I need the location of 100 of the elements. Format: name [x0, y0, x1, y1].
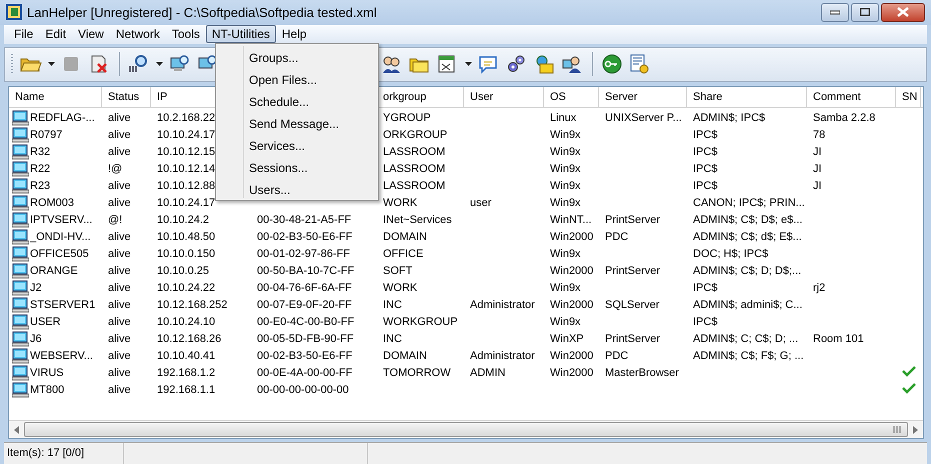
- table-cell: @!: [108, 214, 122, 226]
- table-cell: Win9x: [550, 163, 581, 176]
- table-cell: 10.12.168.252: [157, 299, 228, 312]
- table-cell: R0797: [30, 129, 62, 142]
- minimize-button[interactable]: [821, 2, 849, 22]
- menu-item[interactable]: Network: [110, 25, 166, 44]
- table-cell: IPC$: [693, 180, 718, 192]
- table-cell: alive: [108, 384, 131, 396]
- table-cell: WORK: [383, 197, 418, 210]
- menu-item[interactable]: Help: [276, 25, 313, 44]
- dropdown-arrow-icon[interactable]: [156, 62, 163, 66]
- computer-icon: [12, 195, 29, 212]
- table-cell: LASSROOM: [383, 163, 446, 176]
- close-button[interactable]: [881, 2, 925, 22]
- dropdown-arrow-icon[interactable]: [48, 62, 55, 66]
- computer-icon: [12, 331, 29, 348]
- menu-item[interactable]: Groups...: [216, 47, 378, 69]
- column-header[interactable]: Comment: [807, 86, 896, 107]
- table-cell: J6: [30, 333, 42, 346]
- horizontal-scrollbar[interactable]: [9, 420, 923, 438]
- computer-icon: [12, 348, 29, 364]
- table-cell: 00-05-5D-FB-90-FF: [257, 333, 354, 346]
- computer-icon: [12, 280, 29, 296]
- column-header[interactable]: User: [464, 86, 544, 107]
- magnifier-icon[interactable]: [128, 54, 150, 74]
- table-cell: Win9x: [550, 316, 581, 328]
- menu-item[interactable]: NT-Utilities: [206, 25, 276, 44]
- table-cell: Win9x: [550, 248, 581, 260]
- table-cell: 00-02-B3-50-E6-FF: [257, 350, 352, 362]
- dropdown-arrow-icon[interactable]: [465, 62, 472, 66]
- menu-item[interactable]: View: [72, 25, 110, 44]
- computer-icon: [12, 229, 29, 246]
- table-cell: Win9x: [550, 129, 581, 142]
- table-cell: 00-0E-4A-00-00-FF: [257, 367, 352, 380]
- scroll-right-icon[interactable]: [913, 426, 918, 434]
- table-cell: 10.10.12.15: [157, 146, 216, 158]
- user-computer-icon[interactable]: [562, 54, 584, 74]
- column-header[interactable]: Name: [9, 86, 102, 107]
- table-cell: alive: [108, 231, 131, 244]
- scroll-left-icon[interactable]: [14, 426, 19, 434]
- table-cell: ORANGE: [30, 265, 78, 278]
- computer-icon: [12, 365, 29, 382]
- menu-item[interactable]: Send Message...: [216, 113, 378, 135]
- app-icon: [6, 4, 22, 20]
- table-cell: 00-30-48-21-A5-FF: [257, 214, 352, 226]
- table-cell: alive: [108, 333, 131, 346]
- menu-item[interactable]: Users...: [216, 179, 378, 201]
- table-cell: IPC$: [693, 163, 718, 176]
- table-cell: Win9x: [550, 282, 581, 294]
- table-cell: 10.10.24.22: [157, 282, 216, 294]
- table-cell: WORK: [383, 282, 418, 294]
- menu-item[interactable]: Edit: [39, 25, 72, 44]
- table-cell: IPTVSERV...: [30, 214, 92, 226]
- scrollbar-thumb[interactable]: [24, 422, 908, 437]
- table-cell: UNIXServer P...: [605, 112, 682, 124]
- table-cell: 10.10.24.2: [157, 214, 209, 226]
- table-cell: 00-01-02-97-86-FF: [257, 248, 350, 260]
- table-cell: INC: [383, 299, 402, 312]
- menu-item[interactable]: Services...: [216, 135, 378, 157]
- table-cell: OFFICE: [383, 248, 424, 260]
- column-header[interactable]: Share: [687, 86, 807, 107]
- document-gear-icon[interactable]: [629, 54, 651, 74]
- table-cell: rj2: [813, 282, 826, 294]
- table-cell: alive: [108, 265, 131, 278]
- table-cell: JI: [813, 146, 822, 158]
- table-cell: INC: [383, 333, 402, 346]
- table-cell: 10.10.24.17: [157, 129, 216, 142]
- column-header[interactable]: Status: [102, 86, 151, 107]
- globe-folder-icon[interactable]: [534, 54, 556, 74]
- menu-item[interactable]: Tools: [166, 25, 206, 44]
- table-cell: 00-04-76-6F-6A-FF: [257, 282, 352, 294]
- column-header[interactable]: SN: [896, 86, 921, 107]
- table-cell: alive: [108, 248, 131, 260]
- menu-item[interactable]: File: [8, 25, 40, 44]
- maximize-icon: [860, 8, 870, 16]
- table-cell: alive: [108, 146, 131, 158]
- column-header[interactable]: OS: [544, 86, 599, 107]
- computer-icon: [12, 212, 29, 228]
- table-cell: Win2000: [550, 231, 594, 244]
- computer-icon: [12, 263, 29, 280]
- table-cell: R23: [30, 180, 50, 192]
- computer-icon: [12, 144, 29, 160]
- column-header[interactable]: Server: [599, 86, 687, 107]
- table-cell: VIRUS: [30, 367, 64, 380]
- table-cell: Win2000: [550, 299, 594, 312]
- table-cell: ADMIN$; IPC$: [693, 112, 766, 124]
- table-cell: J2: [30, 282, 42, 294]
- key-icon[interactable]: [601, 54, 623, 74]
- menu-item[interactable]: Sessions...: [216, 157, 378, 179]
- chat-bubble-icon[interactable]: [478, 54, 500, 74]
- maximize-button[interactable]: [851, 2, 879, 22]
- table-cell: Win2000: [550, 367, 594, 380]
- table-cell: ROM003: [30, 197, 74, 210]
- table-cell: SOFT: [383, 265, 412, 278]
- computer-icon: [12, 110, 29, 126]
- table-cell: ADMIN: [470, 367, 506, 380]
- table-cell: 10.10.0.150: [157, 248, 216, 260]
- computer-icon: [12, 127, 29, 144]
- people-icon[interactable]: [381, 54, 403, 74]
- table-cell: 10.10.12.14: [157, 163, 216, 176]
